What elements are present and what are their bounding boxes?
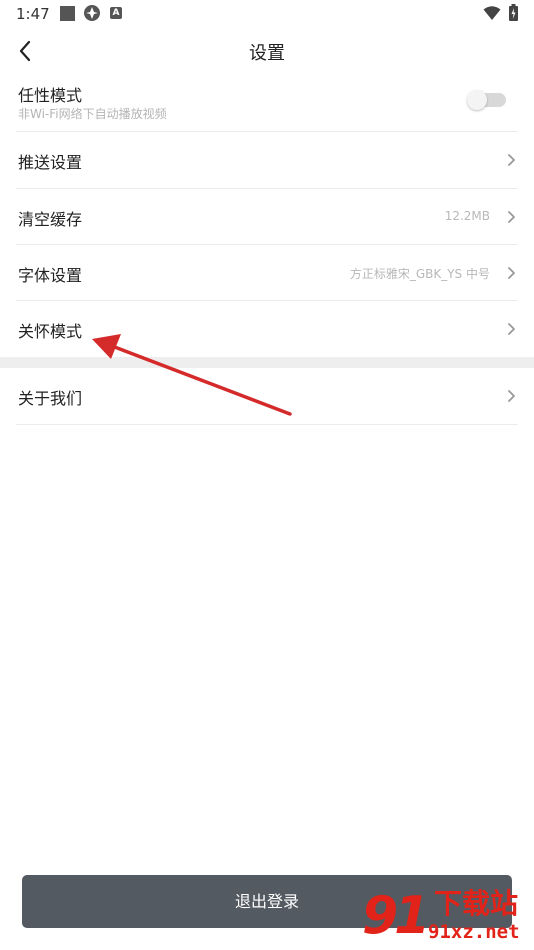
setting-row-care-mode[interactable]: 关怀模式: [16, 301, 518, 357]
chevron-right-icon: [508, 390, 515, 402]
header: 设置: [0, 28, 534, 74]
cache-size-value: 12.2MB: [444, 209, 490, 223]
status-time: 1:47: [16, 5, 50, 23]
chevron-right-icon: [508, 154, 515, 166]
setting-label: 推送设置: [18, 153, 83, 172]
watermark-title: 下载站: [434, 887, 519, 920]
section-divider: [0, 357, 534, 368]
wifi-icon: [483, 6, 501, 20]
setting-label: 字体设置: [18, 266, 83, 285]
setting-row-about[interactable]: 关于我们: [16, 368, 518, 425]
setting-label: 关于我们: [18, 389, 83, 408]
battery-icon: [509, 4, 518, 21]
watermark-number: 91: [362, 886, 430, 946]
setting-label: 清空缓存: [18, 210, 83, 229]
watermark-url: 91xz.net: [428, 921, 520, 943]
page-title: 设置: [249, 43, 285, 64]
font-icon: A: [110, 7, 122, 19]
setting-row-push[interactable]: 推送设置: [16, 132, 518, 189]
autoplay-toggle[interactable]: [467, 90, 506, 110]
chevron-right-icon: [508, 211, 515, 223]
chevron-right-icon: [508, 267, 515, 279]
watermark-logo: 91 下载站 91xz.net: [362, 886, 534, 948]
status-bar: 1:47 A: [0, 0, 534, 28]
setting-row-clear-cache[interactable]: 清空缓存 12.2MB: [16, 189, 518, 245]
setting-subtitle: 非Wi-Fi网络下自动播放视频: [18, 107, 167, 121]
flower-icon: [84, 5, 100, 21]
square-notification-icon: [60, 6, 75, 21]
setting-row-font[interactable]: 字体设置 方正标雅宋_GBK_YS 中号: [16, 245, 518, 301]
font-setting-value: 方正标雅宋_GBK_YS 中号: [349, 267, 490, 281]
toggle-knob: [467, 90, 487, 110]
setting-label: 任性模式: [18, 86, 83, 105]
setting-row-autoplay[interactable]: 任性模式 非Wi-Fi网络下自动播放视频: [16, 74, 518, 132]
chevron-right-icon: [508, 323, 515, 335]
setting-label: 关怀模式: [18, 322, 83, 341]
